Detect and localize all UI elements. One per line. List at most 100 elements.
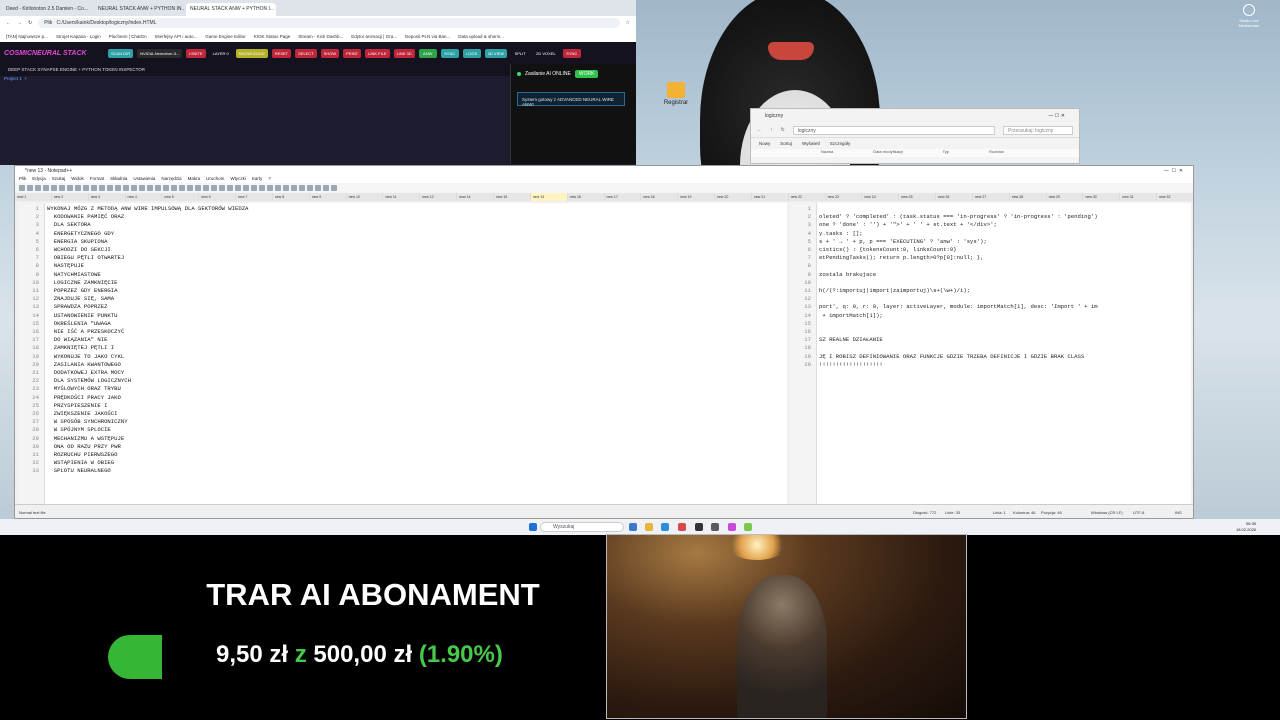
menu-item[interactable]: Składnia: [110, 176, 127, 182]
file-explorer-icon[interactable]: [645, 523, 653, 531]
toolbar-icon[interactable]: [131, 185, 137, 191]
editor-tab[interactable]: new 1: [15, 193, 51, 201]
forward-icon[interactable]: →: [17, 20, 22, 26]
editor-tab[interactable]: new 29: [1046, 193, 1083, 201]
toolbar-icon[interactable]: [275, 185, 281, 191]
toolbar-icon[interactable]: [147, 185, 153, 191]
browser-tab[interactable]: NEURAL STACK ANW + PYTHON IN...: [94, 3, 184, 16]
bookmark-item[interactable]: Edytor animacji | Gra...: [351, 34, 397, 39]
editor-tab[interactable]: new 32: [1157, 193, 1193, 201]
editor-tab[interactable]: new 9: [309, 193, 346, 201]
toolbar-icon[interactable]: [203, 185, 209, 191]
toolbar-icon[interactable]: [91, 185, 97, 191]
app-button[interactable]: SELECT: [295, 48, 317, 58]
toolbar-icon[interactable]: [99, 185, 105, 191]
editor-tab[interactable]: new 18: [641, 193, 678, 201]
editor-tab[interactable]: new 15: [493, 193, 530, 201]
app-button[interactable]: KNOWLEDGE: [235, 48, 268, 58]
taskbar-search[interactable]: Wyszukaj: [540, 522, 624, 532]
editor-tab[interactable]: new 5: [162, 193, 199, 201]
sort-button[interactable]: Sortuj: [780, 141, 792, 146]
up-icon[interactable]: ↑: [770, 127, 773, 133]
editor-tab[interactable]: new 6: [199, 193, 236, 201]
menu-item[interactable]: Edycja: [32, 176, 46, 182]
toolbar-icon[interactable]: [219, 185, 225, 191]
browser-tab-active[interactable]: NEURAL STACK ANW + PYTHON I...: [186, 3, 276, 16]
details-button[interactable]: Szczegóły: [830, 141, 851, 146]
toolbar-icon[interactable]: [195, 185, 201, 191]
menu-item[interactable]: Wtyczki: [230, 176, 246, 182]
app-button[interactable]: SPLIT: [511, 48, 530, 58]
toolbar-icon[interactable]: [123, 185, 129, 191]
menu-item[interactable]: Szukaj: [52, 176, 66, 182]
star-icon[interactable]: ☆: [626, 20, 630, 26]
toolbar-icon[interactable]: [235, 185, 241, 191]
editor-tab[interactable]: new 8: [272, 193, 309, 201]
refresh-icon[interactable]: ↻: [781, 127, 785, 133]
toolbar-icon[interactable]: [291, 185, 297, 191]
editor-pane-right[interactable]: 1 2 oleted' ? 'completed' : (task.status =…: [791, 203, 1191, 505]
start-icon[interactable]: [529, 523, 537, 531]
app-button[interactable]: SYNC: [562, 48, 581, 58]
toolbar-icon[interactable]: [283, 185, 289, 191]
explorer-search[interactable]: Przeszukaj: logiczny: [1003, 125, 1073, 135]
menu-item[interactable]: Plik: [19, 176, 26, 182]
toolbar-icon[interactable]: [59, 185, 65, 191]
bookmark-item[interactable]: Stream - Kick Dashb...: [298, 34, 343, 39]
toolbar-icon[interactable]: [251, 185, 257, 191]
editor-tab[interactable]: new 2: [51, 193, 88, 201]
bookmark-item[interactable]: [TAN] Najnowsze p...: [6, 34, 48, 39]
browser-tab[interactable]: Deed - Kirilonoton 2.5 Damien - Co...: [2, 3, 92, 16]
app-button[interactable]: LINK 3D: [393, 48, 415, 58]
app-button[interactable]: IGNITE: [186, 48, 206, 58]
menu-item[interactable]: ?: [268, 176, 271, 182]
app-button[interactable]: 2D VOXEL: [533, 48, 559, 58]
toolbar-icon[interactable]: [211, 185, 217, 191]
menu-item[interactable]: Ustawienia: [133, 176, 155, 182]
app-button[interactable]: 3D VIEW: [484, 48, 508, 58]
address-bar[interactable]: Plik C:/Users/kaink/Desktop/logiczny/ind…: [38, 18, 620, 28]
toolbar-icon[interactable]: [43, 185, 49, 191]
notepadpp-icon[interactable]: [744, 523, 752, 531]
toolbar-icon[interactable]: [179, 185, 185, 191]
toolbar-icon[interactable]: [267, 185, 273, 191]
editor-tab[interactable]: new 24: [862, 193, 899, 201]
back-icon[interactable]: ←: [6, 20, 11, 26]
editor-pane-left[interactable]: 1 WYKONAJ MÓZG Z METODĄ ANW WIRE IMPULSOW…: [19, 203, 787, 505]
menu-item[interactable]: Widok: [71, 176, 84, 182]
column-header[interactable]: Typ: [943, 149, 949, 157]
app-icon[interactable]: [678, 523, 686, 531]
app-button[interactable]: LINK FILE: [365, 48, 390, 58]
editor-tab[interactable]: new 10: [346, 193, 383, 201]
reload-icon[interactable]: ↻: [28, 20, 32, 26]
desktop-icon[interactable]: Registrar: [654, 82, 698, 106]
toolbar-icon[interactable]: [155, 185, 161, 191]
editor-tab[interactable]: new 17: [604, 193, 641, 201]
window-controls-icon[interactable]: — ☐ ✕: [1049, 113, 1065, 119]
bookmark-item[interactable]: Data upload & shorin...: [458, 34, 504, 39]
column-header[interactable]: Data modyfikacji: [873, 149, 902, 157]
toolbar-icon[interactable]: [35, 185, 41, 191]
taskbar-clock[interactable]: 06:39 18.02.2026: [1236, 521, 1256, 533]
column-header[interactable]: Nazwa: [821, 149, 833, 157]
toolbar-icon[interactable]: [139, 185, 145, 191]
editor-tab[interactable]: new 23: [825, 193, 862, 201]
work-button[interactable]: WORK: [574, 70, 599, 78]
menu-item[interactable]: Narzędzia: [161, 176, 181, 182]
editor-tab[interactable]: new 30: [1083, 193, 1120, 201]
editor-tab[interactable]: new 26: [936, 193, 972, 201]
toolbar-icon[interactable]: [67, 185, 73, 191]
toolbar-icon[interactable]: [323, 185, 329, 191]
app-button[interactable]: ANW: [418, 48, 437, 58]
app-icon[interactable]: [711, 523, 719, 531]
toolbar-icon[interactable]: [83, 185, 89, 191]
app-button[interactable]: PRINT: [343, 48, 362, 58]
toolbar-icon[interactable]: [243, 185, 249, 191]
editor-tab[interactable]: new 3: [88, 193, 125, 201]
window-controls-icon[interactable]: — ☐ ✕: [1164, 168, 1183, 174]
menu-item[interactable]: Uruchom: [206, 176, 224, 182]
editor-tab[interactable]: new 12: [420, 193, 457, 201]
view-button[interactable]: Wyświetl: [802, 141, 820, 146]
editor-tab[interactable]: new 19: [678, 193, 715, 201]
toolbar-icon[interactable]: [19, 185, 25, 191]
